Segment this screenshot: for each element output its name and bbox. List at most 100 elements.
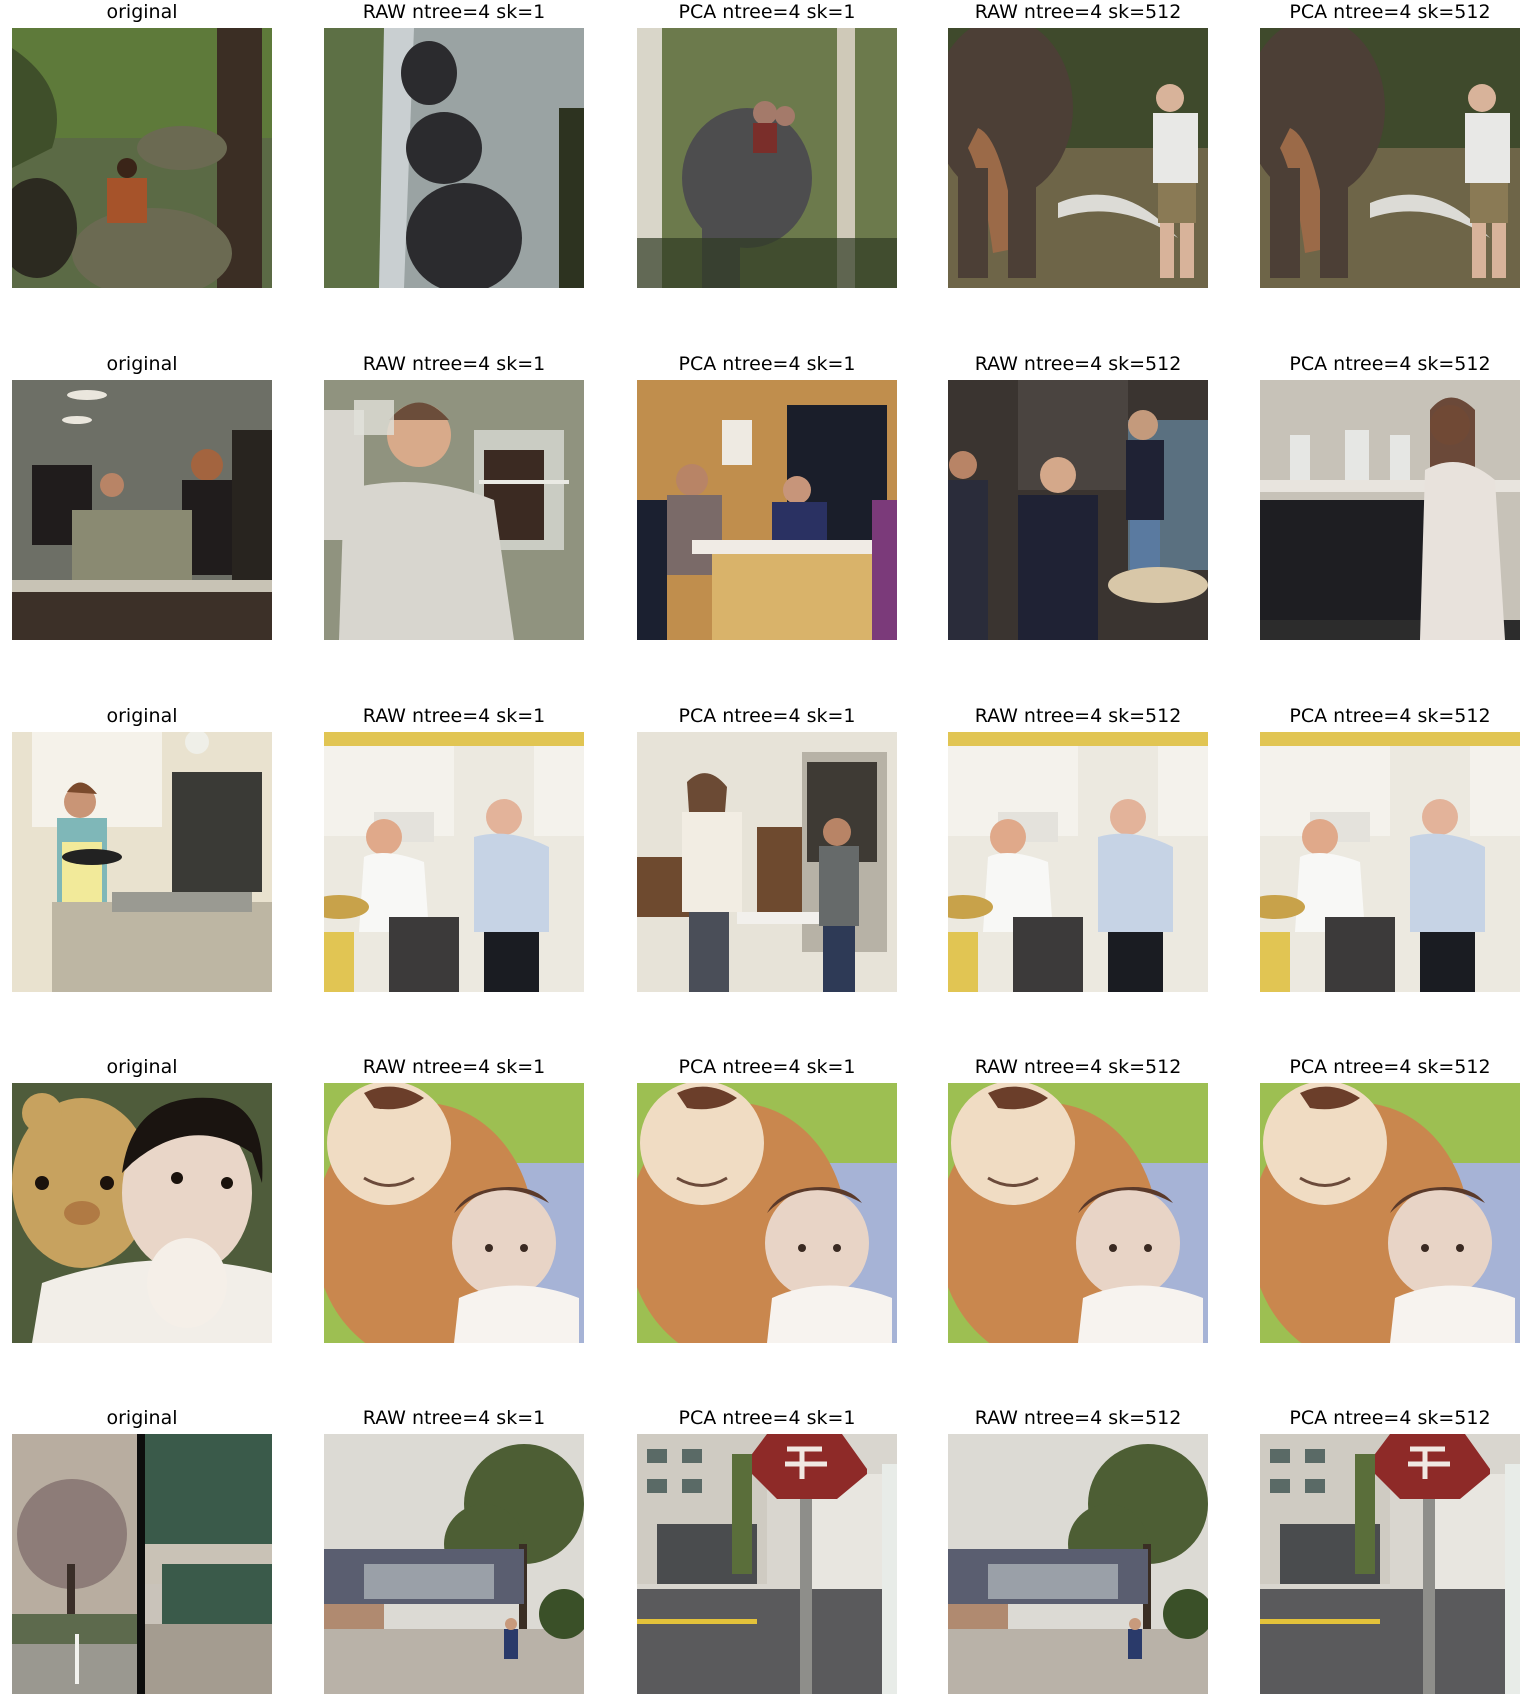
photo-placeholder xyxy=(324,1434,584,1694)
grid-row: original RAW ntree=4 sk=1 PCA ntree=4 sk… xyxy=(0,1406,1530,1706)
photo-placeholder xyxy=(324,1083,584,1343)
cell-title: PCA ntree=4 sk=512 xyxy=(1289,1407,1491,1429)
cell-image xyxy=(948,380,1208,640)
grid-cell: original xyxy=(12,1406,272,1696)
grid-cell: PCA ntree=4 sk=1 xyxy=(637,1055,897,1345)
photo-placeholder xyxy=(1260,732,1520,992)
photo-placeholder xyxy=(324,28,584,288)
grid-cell: RAW ntree=4 sk=1 xyxy=(324,352,584,642)
cell-title: PCA ntree=4 sk=512 xyxy=(1289,1,1491,23)
cell-image xyxy=(12,732,272,992)
cell-title: PCA ntree=4 sk=1 xyxy=(678,1407,856,1429)
grid-cell: PCA ntree=4 sk=1 xyxy=(637,0,897,290)
cell-image xyxy=(12,28,272,288)
grid-cell: RAW ntree=4 sk=1 xyxy=(324,1055,584,1345)
cell-image xyxy=(1260,1434,1520,1694)
grid-cell: RAW ntree=4 sk=1 xyxy=(324,1406,584,1696)
cell-title: PCA ntree=4 sk=1 xyxy=(678,1056,856,1078)
photo-placeholder xyxy=(637,1083,897,1343)
cell-title: original xyxy=(106,1,178,23)
grid-cell: PCA ntree=4 sk=512 xyxy=(1260,352,1520,642)
cell-image xyxy=(637,28,897,288)
grid-cell: RAW ntree=4 sk=512 xyxy=(948,704,1208,994)
cell-title: original xyxy=(106,1407,178,1429)
grid-cell: PCA ntree=4 sk=1 xyxy=(637,1406,897,1696)
cell-title: RAW ntree=4 sk=512 xyxy=(974,353,1182,375)
cell-title: PCA ntree=4 sk=1 xyxy=(678,705,856,727)
grid-row: original RAW ntree=4 sk=1 PCA ntree=4 sk xyxy=(0,352,1530,652)
cell-image xyxy=(637,1083,897,1343)
photo-placeholder xyxy=(1260,1083,1520,1343)
cell-image xyxy=(324,1434,584,1694)
cell-image xyxy=(324,732,584,992)
photo-placeholder xyxy=(948,28,1208,288)
cell-image xyxy=(1260,28,1520,288)
photo-placeholder xyxy=(637,732,897,992)
cell-image xyxy=(637,380,897,640)
cell-image xyxy=(324,380,584,640)
photo-placeholder xyxy=(1260,380,1520,640)
grid-row: original RAW ntree=4 sk=1 PCA ntree=4 sk… xyxy=(0,1055,1530,1355)
cell-image xyxy=(12,380,272,640)
cell-title: original xyxy=(106,1056,178,1078)
cell-image xyxy=(637,732,897,992)
grid-cell: original xyxy=(12,704,272,994)
photo-placeholder xyxy=(1260,1434,1520,1694)
cell-title: PCA ntree=4 sk=512 xyxy=(1289,353,1491,375)
photo-placeholder xyxy=(948,380,1208,640)
photo-placeholder xyxy=(12,1434,272,1694)
cell-image xyxy=(1260,732,1520,992)
cell-image xyxy=(12,1434,272,1694)
grid-cell: PCA ntree=4 sk=512 xyxy=(1260,1055,1520,1345)
photo-placeholder xyxy=(948,1434,1208,1694)
grid-cell: PCA ntree=4 sk=512 xyxy=(1260,1406,1520,1696)
cell-image xyxy=(948,1434,1208,1694)
cell-image xyxy=(12,1083,272,1343)
cell-title: PCA ntree=4 sk=512 xyxy=(1289,705,1491,727)
cell-title: PCA ntree=4 sk=512 xyxy=(1289,1056,1491,1078)
photo-placeholder xyxy=(12,732,272,992)
photo-placeholder xyxy=(637,28,897,288)
grid-cell: RAW ntree=4 sk=512 xyxy=(948,1055,1208,1345)
cell-title: RAW ntree=4 sk=1 xyxy=(362,705,546,727)
photo-placeholder xyxy=(12,1083,272,1343)
photo-placeholder xyxy=(324,732,584,992)
cell-image xyxy=(948,1083,1208,1343)
cell-image xyxy=(637,1434,897,1694)
grid-row: original RAW ntree=4 sk=1 PCA ntree=4 sk… xyxy=(0,0,1530,300)
photo-placeholder xyxy=(948,732,1208,992)
photo-placeholder xyxy=(1260,28,1520,288)
cell-title: RAW ntree=4 sk=512 xyxy=(974,1,1182,23)
grid-cell: RAW ntree=4 sk=512 xyxy=(948,0,1208,290)
cell-image xyxy=(1260,380,1520,640)
photo-placeholder xyxy=(12,28,272,288)
grid-row: original RAW ntree=4 sk=1 PCA ntree=4 sk… xyxy=(0,704,1530,1004)
photo-placeholder xyxy=(637,1434,897,1694)
grid-cell: original xyxy=(12,0,272,290)
grid-cell: original xyxy=(12,1055,272,1345)
cell-image xyxy=(1260,1083,1520,1343)
cell-title: original xyxy=(106,353,178,375)
cell-title: PCA ntree=4 sk=1 xyxy=(678,1,856,23)
cell-title: original xyxy=(106,705,178,727)
cell-image xyxy=(948,732,1208,992)
grid-cell: RAW ntree=4 sk=1 xyxy=(324,0,584,290)
cell-title: RAW ntree=4 sk=1 xyxy=(362,353,546,375)
photo-placeholder xyxy=(12,380,272,640)
photo-placeholder xyxy=(637,380,897,640)
cell-title: RAW ntree=4 sk=512 xyxy=(974,705,1182,727)
cell-title: RAW ntree=4 sk=512 xyxy=(974,1407,1182,1429)
cell-image xyxy=(948,28,1208,288)
grid-cell: PCA ntree=4 sk=512 xyxy=(1260,704,1520,994)
grid-cell: RAW ntree=4 sk=512 xyxy=(948,1406,1208,1696)
cell-title: RAW ntree=4 sk=1 xyxy=(362,1,546,23)
grid-cell: PCA ntree=4 sk=1 xyxy=(637,352,897,642)
cell-title: RAW ntree=4 sk=512 xyxy=(974,1056,1182,1078)
photo-placeholder xyxy=(948,1083,1208,1343)
cell-title: RAW ntree=4 sk=1 xyxy=(362,1056,546,1078)
cell-image xyxy=(324,28,584,288)
cell-image xyxy=(324,1083,584,1343)
cell-title: PCA ntree=4 sk=1 xyxy=(678,353,856,375)
cell-title: RAW ntree=4 sk=1 xyxy=(362,1407,546,1429)
photo-placeholder xyxy=(324,380,584,640)
